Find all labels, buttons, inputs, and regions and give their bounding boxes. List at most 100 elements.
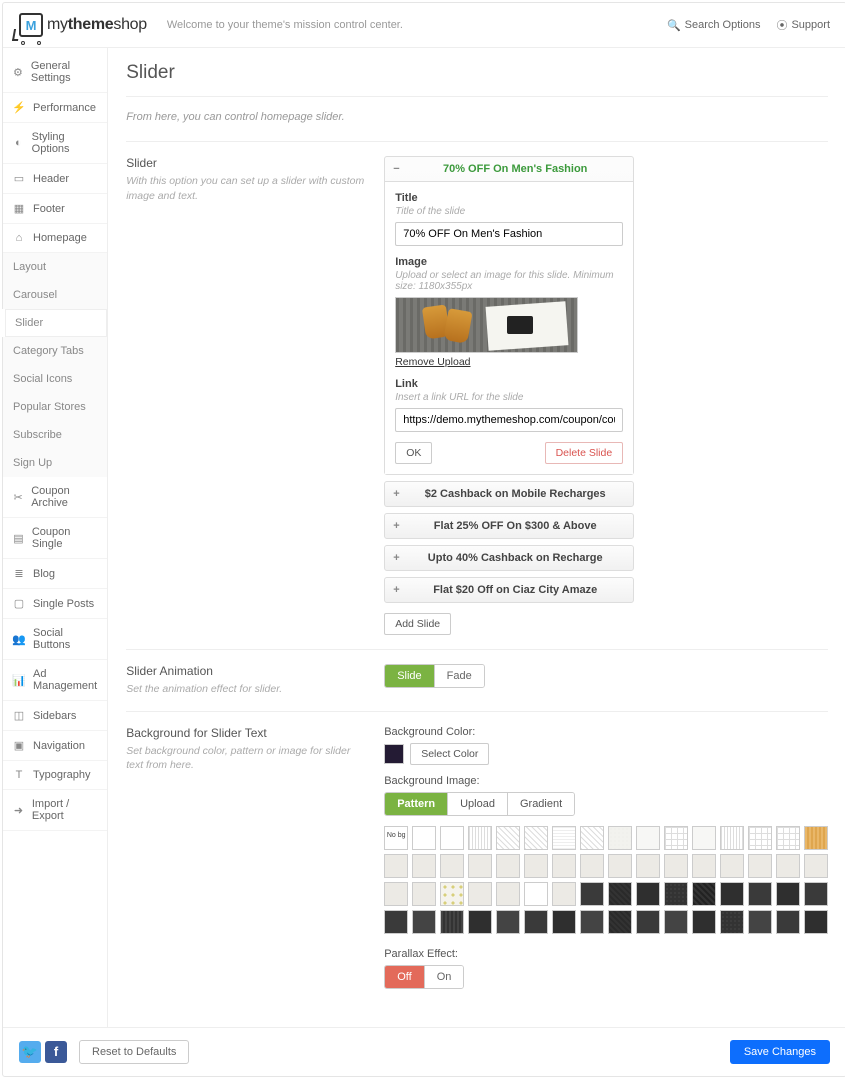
add-slide-button[interactable]: Add Slide [384, 613, 451, 635]
slide-toggle-1[interactable]: +$2 Cashback on Mobile Recharges [385, 482, 633, 506]
pattern-swatch[interactable] [496, 882, 520, 906]
nav-performance[interactable]: ⚡Performance [3, 93, 107, 123]
pattern-swatch[interactable] [748, 826, 772, 850]
facebook-button[interactable]: f [45, 1041, 67, 1063]
nav-footer[interactable]: ▦Footer [3, 194, 107, 224]
pattern-swatch[interactable] [580, 910, 604, 934]
nav-sub-social-icons[interactable]: Social Icons [3, 365, 107, 393]
pattern-swatch[interactable] [440, 910, 464, 934]
pattern-swatch[interactable] [552, 882, 576, 906]
slide-toggle-2[interactable]: +Flat 25% OFF On $300 & Above [385, 514, 633, 538]
pattern-swatch[interactable] [664, 882, 688, 906]
nav-typography[interactable]: TTypography [3, 761, 107, 790]
pattern-swatch[interactable] [468, 854, 492, 878]
twitter-button[interactable]: 🐦 [19, 1041, 41, 1063]
pattern-nobg[interactable]: No bg [384, 826, 408, 850]
pattern-swatch[interactable] [412, 826, 436, 850]
pattern-swatch[interactable] [524, 826, 548, 850]
pattern-swatch[interactable] [580, 854, 604, 878]
nav-blog[interactable]: ≣Blog [3, 559, 107, 589]
pattern-swatch[interactable] [692, 882, 716, 906]
nav-homepage[interactable]: ⌂Homepage [3, 224, 107, 253]
pattern-swatch[interactable] [440, 854, 464, 878]
pattern-swatch[interactable] [496, 854, 520, 878]
pattern-swatch[interactable] [636, 826, 660, 850]
nav-sub-popular-stores[interactable]: Popular Stores [3, 393, 107, 421]
pattern-swatch[interactable] [608, 910, 632, 934]
nav-sidebars[interactable]: ◫Sidebars [3, 701, 107, 731]
pattern-swatch[interactable] [636, 882, 660, 906]
pattern-swatch[interactable] [384, 882, 408, 906]
color-swatch[interactable] [384, 744, 404, 764]
delete-slide-button[interactable]: Delete Slide [545, 442, 624, 464]
pattern-swatch[interactable] [552, 910, 576, 934]
tab-gradient[interactable]: Gradient [507, 793, 574, 815]
save-changes-button[interactable]: Save Changes [730, 1040, 830, 1064]
nav-sub-slider[interactable]: Slider [2, 309, 107, 337]
pattern-swatch[interactable] [776, 910, 800, 934]
nav-coupon-archive[interactable]: ✂Coupon Archive [3, 477, 107, 518]
nav-import-export[interactable]: ➜Import / Export [3, 790, 107, 831]
pattern-swatch[interactable] [552, 826, 576, 850]
nav-sub-sign-up[interactable]: Sign Up [3, 449, 107, 477]
pattern-swatch[interactable] [468, 826, 492, 850]
select-color-button[interactable]: Select Color [410, 743, 489, 765]
slide-toggle-3[interactable]: +Upto 40% Cashback on Recharge [385, 546, 633, 570]
pattern-swatch[interactable] [804, 882, 828, 906]
pattern-swatch[interactable] [552, 854, 576, 878]
pattern-swatch[interactable] [412, 854, 436, 878]
pattern-swatch[interactable] [748, 882, 772, 906]
pattern-swatch[interactable] [692, 854, 716, 878]
nav-styling[interactable]: ◐Styling Options [3, 123, 107, 164]
parallax-off[interactable]: Off [385, 966, 423, 988]
pattern-swatch[interactable] [524, 910, 548, 934]
nav-navigation[interactable]: ▣Navigation [3, 731, 107, 761]
nav-social-buttons[interactable]: 👥Social Buttons [3, 619, 107, 660]
tab-pattern[interactable]: Pattern [385, 793, 447, 815]
pattern-swatch[interactable] [720, 910, 744, 934]
slide-toggle-0[interactable]: − 70% OFF On Men's Fashion [385, 157, 633, 181]
pattern-swatch[interactable] [496, 826, 520, 850]
pattern-swatch[interactable] [720, 882, 744, 906]
pattern-swatch[interactable] [720, 826, 744, 850]
pattern-swatch[interactable] [440, 826, 464, 850]
pattern-swatch[interactable] [468, 882, 492, 906]
ok-button[interactable]: OK [395, 442, 432, 464]
pattern-swatch[interactable] [608, 854, 632, 878]
pattern-swatch[interactable] [804, 854, 828, 878]
slide-image-preview[interactable] [395, 297, 578, 353]
nav-ad-management[interactable]: 📊Ad Management [3, 660, 107, 701]
remove-upload-link[interactable]: Remove Upload [395, 356, 623, 368]
pattern-swatch[interactable] [636, 910, 660, 934]
search-options-link[interactable]: 🔍 Search Options [667, 17, 761, 33]
anim-fade[interactable]: Fade [434, 665, 484, 687]
support-link[interactable]: ⦿ Support [776, 17, 830, 33]
reset-defaults-button[interactable]: Reset to Defaults [79, 1040, 189, 1064]
nav-coupon-single[interactable]: ▤Coupon Single [3, 518, 107, 559]
pattern-swatch[interactable] [636, 854, 660, 878]
pattern-swatch[interactable] [496, 910, 520, 934]
pattern-swatch[interactable] [412, 882, 436, 906]
slide-toggle-4[interactable]: +Flat $20 Off on Ciaz City Amaze [385, 578, 633, 602]
pattern-swatch[interactable] [664, 910, 688, 934]
pattern-swatch[interactable] [776, 854, 800, 878]
pattern-swatch[interactable] [748, 910, 772, 934]
pattern-swatch[interactable] [524, 882, 548, 906]
pattern-swatch[interactable] [748, 854, 772, 878]
pattern-swatch[interactable] [524, 854, 548, 878]
pattern-swatch[interactable] [664, 854, 688, 878]
pattern-swatch[interactable] [776, 826, 800, 850]
tab-upload[interactable]: Upload [447, 793, 507, 815]
pattern-swatch[interactable] [664, 826, 688, 850]
pattern-swatch[interactable] [692, 826, 716, 850]
nav-sub-category-tabs[interactable]: Category Tabs [3, 337, 107, 365]
pattern-swatch[interactable] [692, 910, 716, 934]
pattern-swatch[interactable] [468, 910, 492, 934]
title-input[interactable] [395, 222, 623, 246]
nav-header[interactable]: ▭Header [3, 164, 107, 194]
nav-sub-layout[interactable]: Layout [3, 253, 107, 281]
pattern-swatch[interactable] [608, 882, 632, 906]
nav-sub-carousel[interactable]: Carousel [3, 281, 107, 309]
pattern-swatch[interactable] [720, 854, 744, 878]
anim-slide[interactable]: Slide [385, 665, 433, 687]
